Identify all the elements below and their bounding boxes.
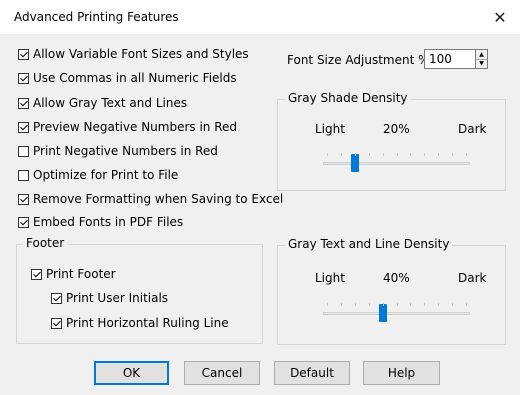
slider-track[interactable] bbox=[323, 162, 470, 165]
option-embed-fonts-pdf[interactable]: Embed Fonts in PDF Files bbox=[18, 214, 183, 230]
option-label: Embed Fonts in PDF Files bbox=[33, 215, 184, 229]
option-label: Allow Gray Text and Lines bbox=[33, 96, 188, 110]
slider-tick bbox=[466, 153, 467, 156]
font-size-adjustment-label: Font Size Adjustment %: bbox=[287, 53, 434, 67]
option-use-commas[interactable]: Use Commas in all Numeric Fields bbox=[18, 70, 237, 86]
option-label: Optimize for Print to File bbox=[33, 168, 179, 182]
window-title: Advanced Printing Features bbox=[14, 10, 179, 24]
option-label: Remove Formatting when Saving to Excel bbox=[33, 192, 284, 206]
gray-shade-light-label: Light bbox=[315, 122, 345, 136]
font-size-spinner[interactable]: ▲ ▼ bbox=[475, 49, 488, 69]
gray-shade-density-title: Gray Shade Density bbox=[285, 91, 411, 105]
option-print-negative-red[interactable]: Print Negative Numbers in Red bbox=[18, 143, 218, 159]
slider-tick bbox=[410, 153, 412, 156]
slider-track[interactable] bbox=[323, 312, 470, 315]
cancel-button[interactable]: Cancel bbox=[184, 361, 260, 385]
option-label: Print Negative Numbers in Red bbox=[33, 144, 218, 158]
gray-text-dark-label: Dark bbox=[458, 271, 487, 285]
slider-tick bbox=[452, 303, 454, 306]
slider-tick bbox=[354, 303, 356, 306]
option-label: Use Commas in all Numeric Fields bbox=[33, 71, 237, 85]
slider-tick bbox=[382, 303, 384, 306]
slider-tick bbox=[396, 303, 398, 306]
gray-text-light-label: Light bbox=[315, 271, 345, 285]
gray-shade-density-group bbox=[277, 99, 506, 191]
option-variable-fonts[interactable]: Allow Variable Font Sizes and Styles bbox=[18, 46, 249, 62]
slider-tick bbox=[340, 153, 342, 156]
checkbox[interactable] bbox=[18, 72, 29, 84]
slider-tick bbox=[382, 153, 384, 156]
close-icon: ✕ bbox=[493, 7, 507, 27]
slider-tick bbox=[410, 303, 412, 306]
checkbox[interactable] bbox=[18, 216, 29, 228]
option-preview-negative-red[interactable]: Preview Negative Numbers in Red bbox=[18, 119, 237, 135]
slider-tick bbox=[327, 153, 328, 156]
option-print-footer[interactable]: Print Footer bbox=[31, 266, 116, 282]
slider-tick bbox=[368, 303, 370, 306]
close-button[interactable]: ✕ bbox=[480, 0, 520, 34]
slider-thumb[interactable] bbox=[378, 304, 387, 322]
option-gray-text[interactable]: Allow Gray Text and Lines bbox=[18, 95, 187, 111]
slider-tick bbox=[368, 153, 370, 156]
checkbox[interactable] bbox=[51, 292, 62, 304]
slider-tick bbox=[438, 303, 440, 306]
title-bar: Advanced Printing Features ✕ bbox=[0, 0, 520, 34]
font-size-adjustment-input[interactable] bbox=[424, 49, 476, 69]
checkbox[interactable] bbox=[18, 169, 29, 181]
option-label: Print Horizontal Ruling Line bbox=[66, 316, 229, 330]
option-print-ruling-line[interactable]: Print Horizontal Ruling Line bbox=[51, 315, 229, 331]
ok-button[interactable]: OK bbox=[94, 361, 169, 385]
option-optimize-print-to-file[interactable]: Optimize for Print to File bbox=[18, 167, 178, 183]
gray-shade-value-label: 20% bbox=[383, 122, 410, 136]
spin-down-icon[interactable]: ▼ bbox=[476, 59, 487, 68]
slider-thumb[interactable] bbox=[350, 154, 359, 172]
checkbox[interactable] bbox=[18, 48, 29, 60]
slider-tick bbox=[424, 303, 426, 306]
checkbox[interactable] bbox=[18, 97, 29, 109]
option-remove-formatting-excel[interactable]: Remove Formatting when Saving to Excel bbox=[18, 191, 283, 207]
option-label: Preview Negative Numbers in Red bbox=[33, 120, 238, 134]
slider-tick bbox=[340, 303, 342, 306]
gray-text-value-label: 40% bbox=[383, 271, 410, 285]
checkbox[interactable] bbox=[18, 121, 29, 133]
slider-tick bbox=[452, 153, 454, 156]
default-button[interactable]: Default bbox=[274, 361, 350, 385]
checkbox[interactable] bbox=[18, 145, 29, 157]
slider-tick bbox=[327, 303, 328, 306]
gray-text-density-title: Gray Text and Line Density bbox=[285, 237, 453, 251]
checkbox[interactable] bbox=[31, 268, 42, 280]
option-print-user-initials[interactable]: Print User Initials bbox=[51, 290, 168, 306]
gray-shade-dark-label: Dark bbox=[458, 122, 487, 136]
gray-text-density-group bbox=[277, 245, 506, 345]
slider-tick bbox=[466, 303, 467, 306]
slider-tick bbox=[424, 153, 426, 156]
slider-tick bbox=[354, 153, 356, 156]
slider-tick bbox=[396, 153, 398, 156]
footer-title: Footer bbox=[23, 236, 68, 250]
help-button[interactable]: Help bbox=[363, 361, 440, 385]
option-label: Allow Variable Font Sizes and Styles bbox=[33, 47, 249, 61]
option-label: Print User Initials bbox=[66, 291, 169, 305]
checkbox[interactable] bbox=[51, 317, 62, 329]
option-label: Print Footer bbox=[46, 267, 116, 281]
checkbox[interactable] bbox=[18, 193, 29, 205]
slider-tick bbox=[438, 153, 440, 156]
